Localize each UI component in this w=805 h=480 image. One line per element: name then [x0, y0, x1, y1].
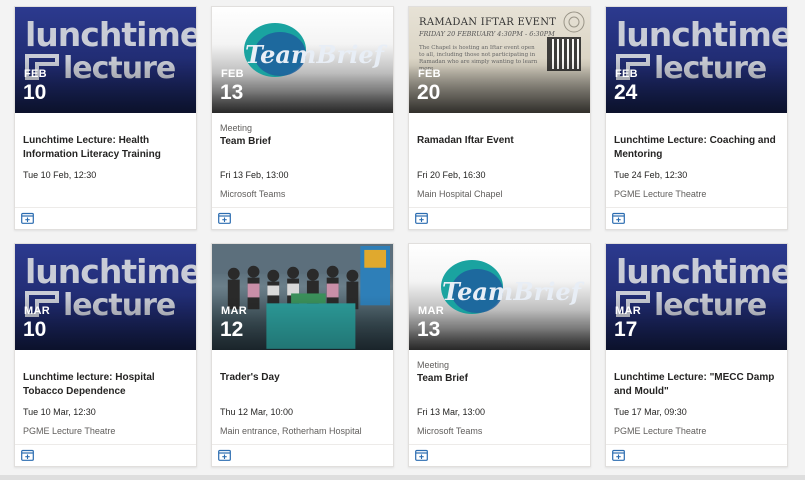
event-datetime: Fri 20 Feb, 16:30 — [417, 170, 486, 180]
event-card[interactable]: lunchtime lecture FEB 24 Lunchtime Lectu… — [605, 6, 788, 230]
event-location: Main entrance, Rotherham Hospital — [220, 426, 362, 436]
event-title[interactable]: Trader's Day — [220, 371, 385, 385]
event-title[interactable]: Lunchtime Lecture: "MECC Damp and Mould" — [614, 371, 779, 399]
events-grid: lunchtime lecture FEB 10 Lunchtime Lectu… — [14, 6, 788, 467]
event-category-tag: Meeting — [417, 360, 450, 370]
event-card[interactable]: lunchtime lecture MAR 10 Lunchtime lectu… — [14, 243, 197, 467]
event-hero-image: RAMADAN IFTAR EVENT FRIDAY 20 FEBRUARY 4… — [409, 7, 590, 113]
event-title[interactable]: Lunchtime Lecture: Health Information Li… — [23, 134, 188, 162]
event-location: PGME Lecture Theatre — [23, 426, 116, 436]
event-month: FEB — [615, 68, 638, 80]
hero-teambrief-text: TeamBrief — [442, 277, 581, 306]
event-hero-image: lunchtime lecture FEB 10 — [15, 7, 196, 113]
event-hero-image: lunchtime lecture FEB 24 — [606, 7, 787, 113]
event-day: 10 — [23, 81, 47, 104]
event-hero-image: lunchtime lecture MAR 10 — [15, 244, 196, 350]
calendar-add-icon[interactable] — [21, 212, 34, 224]
hero-lunchtime-text: lunchtime — [25, 15, 196, 54]
event-card[interactable]: lunchtime lecture FEB 10 Lunchtime Lectu… — [14, 6, 197, 230]
event-datetime: Tue 17 Mar, 09:30 — [614, 407, 687, 417]
event-day: 13 — [417, 318, 441, 341]
event-location: Main Hospital Chapel — [417, 189, 503, 199]
event-hero-image: TeamBrief MAR 13 — [409, 244, 590, 350]
event-month: FEB — [24, 68, 47, 80]
event-datetime: Tue 24 Feb, 12:30 — [614, 170, 688, 180]
card-divider — [212, 444, 393, 445]
event-day: 24 — [614, 81, 638, 104]
event-title[interactable]: Team Brief — [220, 135, 385, 149]
hero-teambrief-text: TeamBrief — [245, 40, 384, 69]
event-day: 13 — [220, 81, 244, 104]
hero-lunchtime-text: lunchtime — [25, 252, 196, 291]
event-location: Microsoft Teams — [220, 189, 286, 199]
card-divider — [15, 207, 196, 208]
calendar-add-icon[interactable] — [612, 449, 625, 461]
event-day: 12 — [220, 318, 244, 341]
event-title[interactable]: Team Brief — [417, 372, 582, 386]
event-title[interactable]: Lunchtime lecture: Hospital Tobacco Depe… — [23, 371, 188, 399]
event-datetime: Thu 12 Mar, 10:00 — [220, 407, 294, 417]
event-day: 10 — [23, 318, 47, 341]
hero-lunchtime-text: lunchtime — [616, 252, 787, 291]
event-month: MAR — [24, 305, 50, 317]
event-datetime: Tue 10 Feb, 12:30 — [23, 170, 97, 180]
card-divider — [15, 444, 196, 445]
event-card[interactable]: TeamBrief MAR 13 Meeting Team Brief Fri … — [408, 243, 591, 467]
event-hero-image: lunchtime lecture MAR 17 — [606, 244, 787, 350]
card-divider — [409, 444, 590, 445]
event-title[interactable]: Lunchtime Lecture: Coaching and Mentorin… — [614, 134, 779, 162]
event-card[interactable]: TeamBrief FEB 13 Meeting Team Brief Fri … — [211, 6, 394, 230]
card-divider — [606, 207, 787, 208]
mandala-ornament-icon — [563, 11, 585, 33]
calendar-add-icon[interactable] — [218, 212, 231, 224]
event-month: MAR — [615, 305, 641, 317]
horizontal-scrollbar[interactable] — [0, 475, 805, 480]
event-card[interactable]: lunchtime lecture MAR 17 Lunchtime Lectu… — [605, 243, 788, 467]
event-category-tag: Meeting — [220, 123, 253, 133]
hero-lunchtime-text: lunchtime — [616, 15, 787, 54]
hero-ramadan-title: RAMADAN IFTAR EVENT — [419, 17, 557, 28]
card-divider — [409, 207, 590, 208]
event-card[interactable]: MAR 12 Trader's Day Thu 12 Mar, 10:00 Ma… — [211, 243, 394, 467]
event-location: Microsoft Teams — [417, 426, 483, 436]
calendar-add-icon[interactable] — [218, 449, 231, 461]
event-title[interactable]: Ramadan Iftar Event — [417, 134, 582, 148]
event-datetime: Fri 13 Mar, 13:00 — [417, 407, 486, 417]
event-day: 17 — [614, 318, 638, 341]
event-location: PGME Lecture Theatre — [614, 426, 707, 436]
event-hero-image: TeamBrief FEB 13 — [212, 7, 393, 113]
event-day: 20 — [417, 81, 441, 104]
calendar-add-icon[interactable] — [21, 449, 34, 461]
event-card[interactable]: RAMADAN IFTAR EVENT FRIDAY 20 FEBRUARY 4… — [408, 6, 591, 230]
event-datetime: Fri 13 Feb, 13:00 — [220, 170, 289, 180]
card-divider — [212, 207, 393, 208]
event-datetime: Tue 10 Mar, 12:30 — [23, 407, 96, 417]
event-location: PGME Lecture Theatre — [614, 189, 707, 199]
event-month: FEB — [418, 68, 441, 80]
event-month: FEB — [221, 68, 244, 80]
event-month: MAR — [221, 305, 247, 317]
calendar-add-icon[interactable] — [415, 212, 428, 224]
calendar-add-icon[interactable] — [612, 212, 625, 224]
hero-ramadan-date: FRIDAY 20 FEBRUARY 4:30PM - 6:30PM — [419, 30, 555, 38]
event-month: MAR — [418, 305, 444, 317]
card-divider — [606, 444, 787, 445]
calendar-add-icon[interactable] — [415, 449, 428, 461]
event-hero-image: MAR 12 — [212, 244, 393, 350]
